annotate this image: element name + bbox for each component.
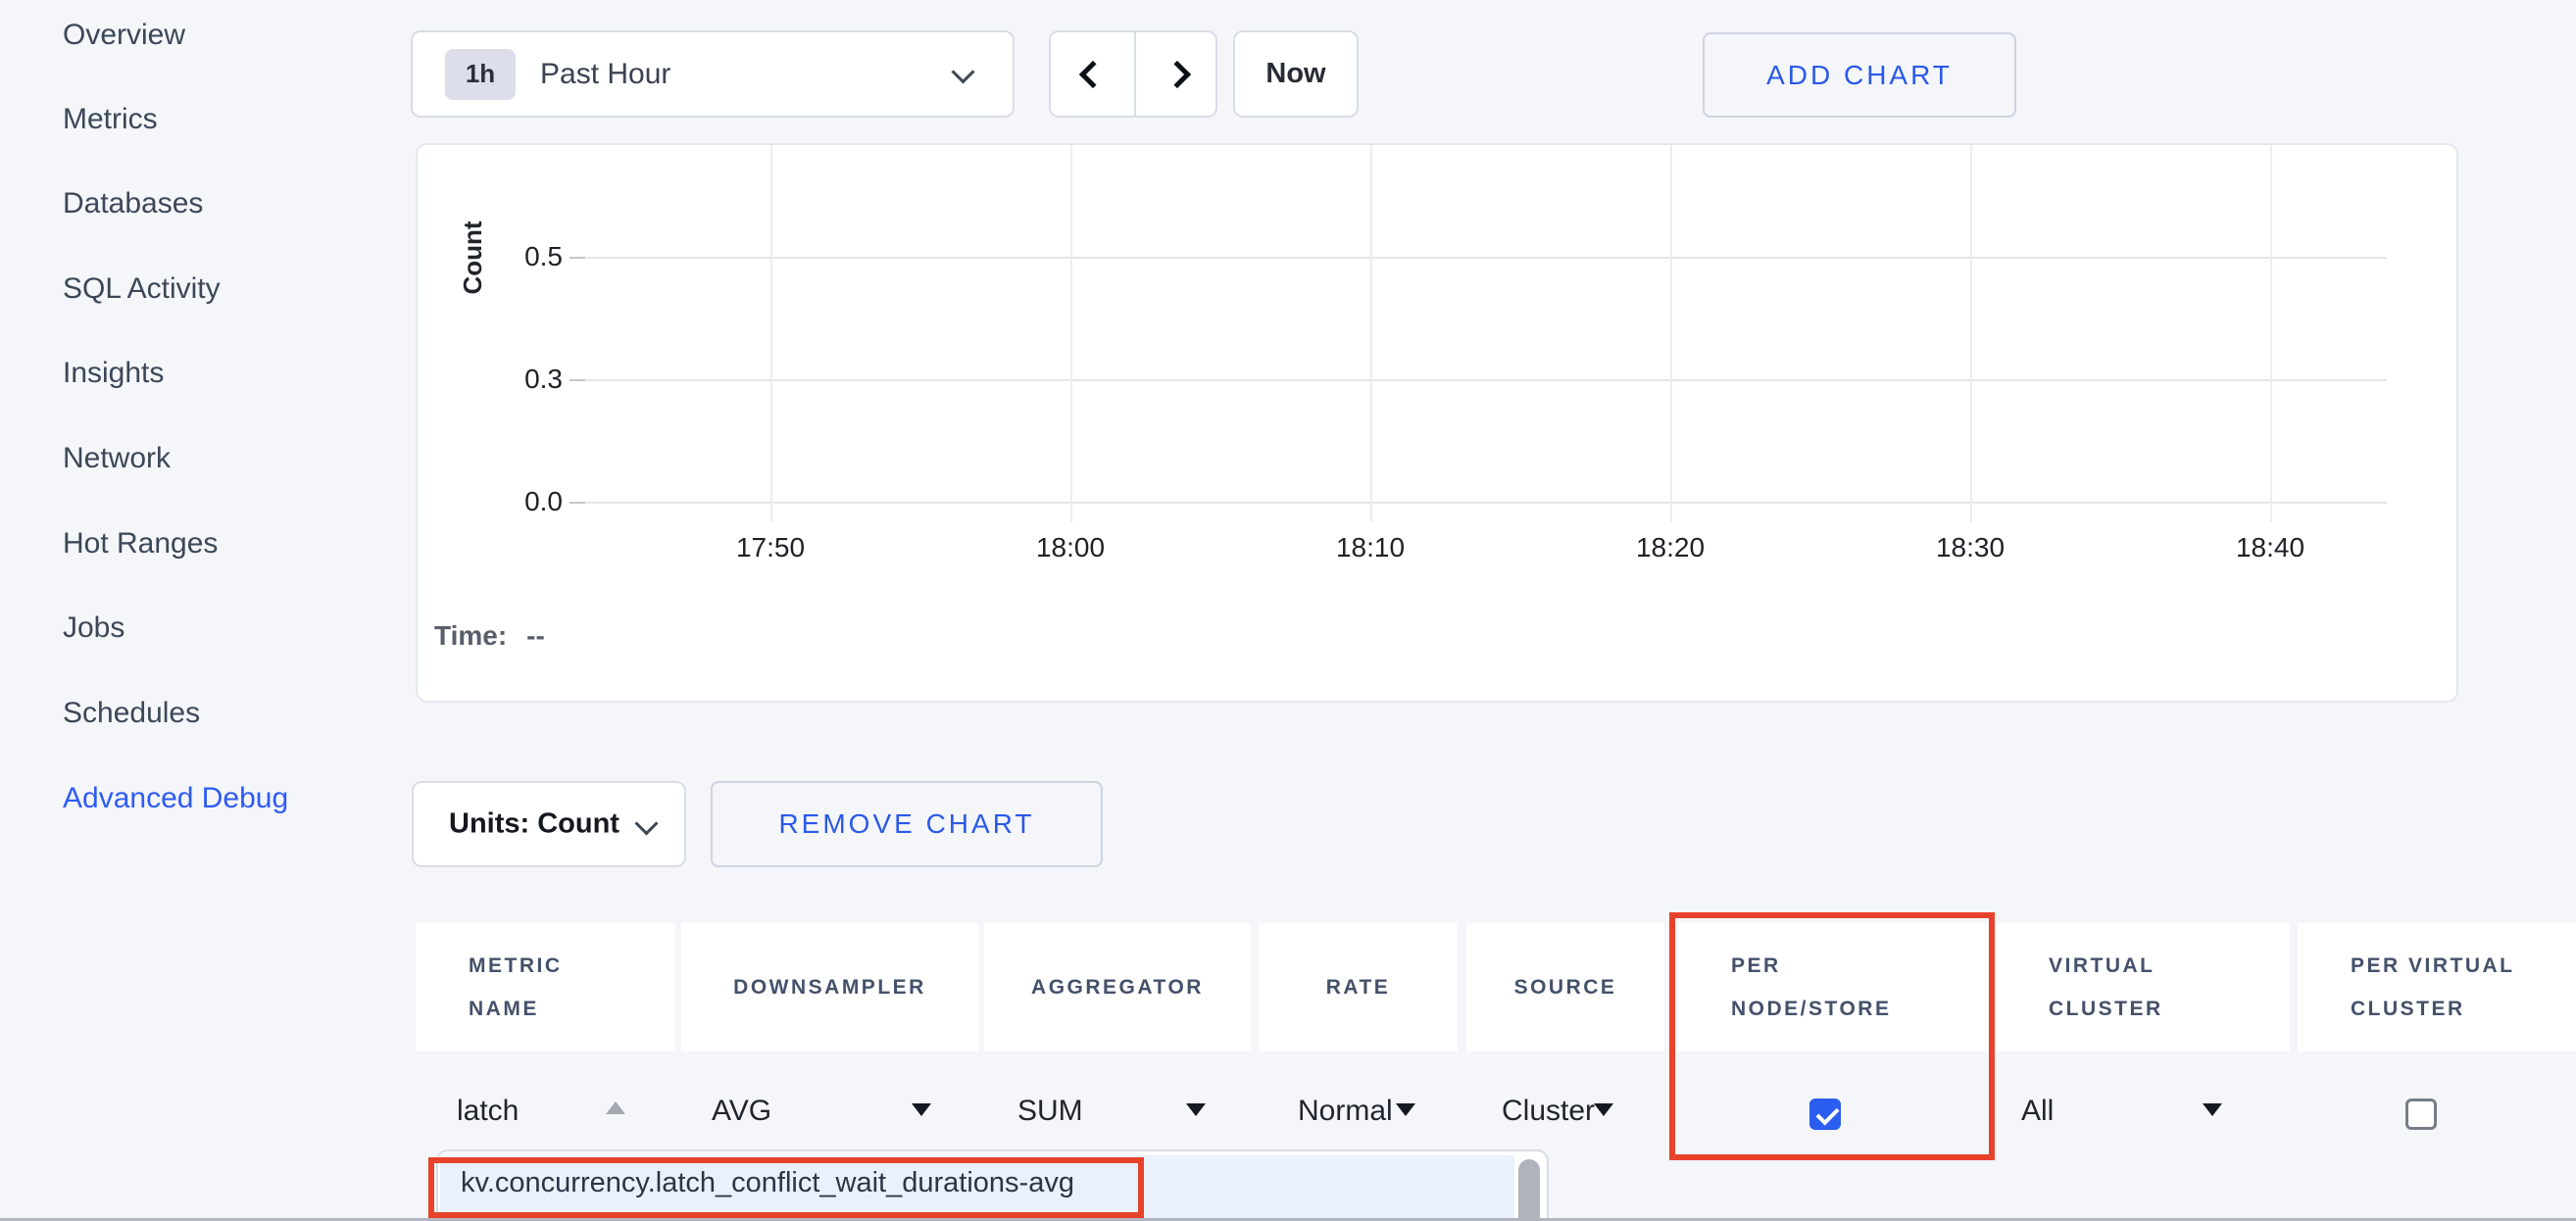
- prev-time-button[interactable]: [1051, 32, 1136, 116]
- time-readout-value: --: [526, 620, 545, 652]
- units-select[interactable]: Units: Count: [412, 781, 686, 867]
- triangle-down-icon[interactable]: [1594, 1103, 1613, 1116]
- gridline-y-0.0: [583, 502, 2387, 504]
- gridline-x-1840: [2270, 145, 2272, 522]
- gridline-y-0.3: [583, 379, 2387, 381]
- header-per-virtual-cluster: PER VIRTUAL CLUSTER: [2298, 923, 2576, 1051]
- x-tick-label: 18:10: [1302, 531, 1439, 564]
- gridline-x-1800: [1070, 145, 1072, 522]
- time-readout: Time: --: [434, 620, 545, 652]
- virtual-cluster-select[interactable]: All: [2021, 1088, 2054, 1135]
- chevron-right-icon: [1163, 60, 1190, 87]
- triangle-down-icon[interactable]: [2203, 1103, 2222, 1116]
- gridline-x-1820: [1670, 145, 1672, 522]
- x-tick-label: 18:20: [1602, 531, 1739, 564]
- downsampler-select[interactable]: AVG: [712, 1088, 771, 1135]
- per-virtual-cluster-checkbox[interactable]: [2405, 1099, 2437, 1130]
- sidebar-item-jobs[interactable]: Jobs: [63, 605, 124, 652]
- sidebar-item-databases[interactable]: Databases: [63, 180, 203, 227]
- chevron-down-icon: [951, 60, 974, 83]
- triangle-down-icon[interactable]: [1186, 1103, 1206, 1116]
- x-tick-label: 18:30: [1902, 531, 2039, 564]
- sidebar-item-insights[interactable]: Insights: [63, 350, 164, 397]
- now-button[interactable]: Now: [1233, 30, 1359, 118]
- gridline-y-0.5: [583, 257, 2387, 259]
- sidebar-item-advanced-debug[interactable]: Advanced Debug: [63, 775, 288, 822]
- header-downsampler: DOWNSAMPLER: [681, 923, 978, 1051]
- sidebar-item-schedules[interactable]: Schedules: [63, 690, 200, 737]
- y-tick-mark: [570, 379, 585, 381]
- time-readout-label: Time:: [434, 620, 507, 652]
- header-metric-name: METRIC NAME: [416, 923, 675, 1051]
- time-nav-group: [1049, 30, 1217, 118]
- sidebar-item-sql-activity[interactable]: SQL Activity: [63, 266, 221, 313]
- time-range-badge: 1h: [445, 49, 516, 100]
- time-range-label: Past Hour: [540, 58, 670, 91]
- header-rate: RATE: [1259, 923, 1458, 1051]
- triangle-down-icon[interactable]: [912, 1103, 931, 1116]
- x-tick-label: 17:50: [702, 531, 839, 564]
- advanced-debug-custom-chart-page: Overview Metrics Databases SQL Activity …: [0, 0, 2576, 1221]
- metric-suggestion-text[interactable]: kv.concurrency.latch_conflict_wait_durat…: [461, 1167, 1074, 1199]
- header-virtual-cluster: VIRTUAL CLUSTER: [1996, 923, 2290, 1051]
- gridline-x-1810: [1370, 145, 1372, 522]
- header-per-node-store: PER NODE/STORE: [1678, 923, 1988, 1051]
- gridline-x-1830: [1970, 145, 1972, 522]
- sidebar-item-overview[interactable]: Overview: [63, 12, 185, 59]
- y-tick-label: 0.3: [461, 363, 563, 396]
- per-node-store-checkbox[interactable]: [1809, 1099, 1841, 1130]
- chevron-left-icon: [1078, 60, 1106, 87]
- triangle-up-icon[interactable]: [606, 1101, 625, 1114]
- y-tick-mark: [570, 257, 585, 259]
- aggregator-select[interactable]: SUM: [1017, 1088, 1083, 1135]
- sidebar-item-hot-ranges[interactable]: Hot Ranges: [63, 520, 218, 567]
- units-select-label: Units: Count: [449, 808, 619, 841]
- suggestion-scrollbar-thumb[interactable]: [1518, 1159, 1540, 1221]
- header-aggregator: AGGREGATOR: [984, 923, 1251, 1051]
- sidebar-item-network[interactable]: Network: [63, 435, 171, 482]
- y-tick-label: 0.5: [461, 240, 563, 273]
- gridline-x-1750: [770, 145, 772, 522]
- header-source: SOURCE: [1466, 923, 1664, 1051]
- chevron-down-icon: [634, 811, 658, 835]
- triangle-down-icon[interactable]: [1396, 1103, 1415, 1116]
- source-select[interactable]: Cluster: [1502, 1088, 1595, 1135]
- y-tick-mark: [570, 502, 585, 504]
- sidebar-item-metrics[interactable]: Metrics: [63, 96, 158, 143]
- add-chart-button[interactable]: ADD CHART: [1703, 32, 2016, 118]
- x-tick-label: 18:00: [1002, 531, 1139, 564]
- time-range-select[interactable]: 1h Past Hour: [411, 30, 1015, 118]
- x-tick-label: 18:40: [2202, 531, 2339, 564]
- y-tick-label: 0.0: [461, 485, 563, 518]
- metric-name-input[interactable]: latch: [457, 1088, 519, 1135]
- rate-select[interactable]: Normal: [1298, 1088, 1393, 1135]
- chart-card: [416, 143, 2458, 703]
- remove-chart-button[interactable]: REMOVE CHART: [711, 781, 1103, 867]
- next-time-button[interactable]: [1135, 32, 1218, 116]
